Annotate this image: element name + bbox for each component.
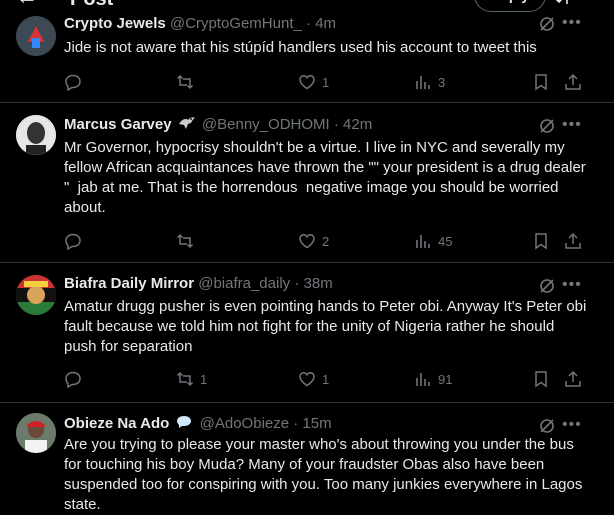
tweet-text: Amatur drugg pusher is even pointing han… [64,298,591,355]
retweet-action[interactable] [176,72,200,92]
tweet-header: Obieze Na Ado @AdoObieze · 15m [64,414,332,434]
views-action[interactable]: 45 [414,231,452,251]
separator-dot: · [333,116,339,133]
avatar[interactable] [16,115,56,155]
retweet-count: 1 [200,371,208,387]
more-options-icon[interactable]: ••• [562,417,582,433]
share-icon [565,370,581,387]
more-options-icon[interactable]: ••• [562,15,582,31]
like-count: 2 [322,233,330,249]
views-count: 45 [438,233,453,249]
like-action[interactable]: 1 [298,369,329,389]
bookmark-action[interactable] [532,231,550,251]
tweet-text: Are you trying to please your master who… [64,436,587,513]
timestamp[interactable]: 38m [304,275,333,292]
share-icon [565,232,581,249]
author-handle[interactable]: @biafra_daily [198,275,290,292]
separator-dot: · [293,415,299,432]
views-action[interactable]: 91 [414,369,452,389]
retweet-icon [176,74,194,90]
grok-icon[interactable] [538,15,556,33]
heart-icon [299,372,315,387]
like-count: 1 [322,371,330,387]
grok-icon[interactable] [538,117,556,135]
bookmark-icon [535,74,547,91]
tweet-header: Crypto Jewels @CryptoGemHunt_ · 4m [64,14,336,34]
avatar[interactable] [16,16,56,56]
author-handle[interactable]: @Benny_ODHOMI [202,116,330,133]
tweet-header: Biafra Daily Mirror @biafra_daily · 38m [64,274,333,294]
reply-icon [65,371,81,388]
views-count: 91 [438,371,453,387]
views-bar-chart-icon [416,76,430,89]
retweet-action[interactable] [176,231,200,251]
author-handle[interactable]: @AdoObieze [200,415,289,432]
grok-icon[interactable] [538,277,556,295]
reply-tweet[interactable]: Crypto Jewels @CryptoGemHunt_ · 4m ••• J… [0,0,614,103]
like-action[interactable]: 2 [298,231,329,251]
tweet-text: Jide is not aware that his stúpíd handle… [64,39,537,56]
share-action[interactable] [564,72,582,92]
bookmark-icon [535,233,547,250]
reply-action[interactable] [64,369,88,389]
views-count: 3 [438,74,446,90]
separator-dot: · [306,15,312,32]
views-action[interactable]: 3 [414,72,445,92]
views-bar-chart-icon [416,235,430,248]
reply-tweet[interactable]: Marcus Garvey @Benny_ODHOMI · 42m ••• Mr… [0,103,614,263]
timestamp[interactable]: 42m [343,116,372,133]
author-name[interactable]: Crypto Jewels [64,15,166,32]
reply-action[interactable] [64,72,88,92]
like-action[interactable]: 1 [298,72,329,92]
more-options-icon[interactable]: ••• [562,117,582,133]
avatar[interactable] [16,275,56,315]
reply-tweet[interactable]: Biafra Daily Mirror @biafra_daily · 38m … [0,263,614,403]
share-action[interactable] [564,231,582,251]
retweet-action[interactable]: 1 [176,369,207,389]
tweet-actions: 2 45 [64,231,588,251]
reply-action[interactable] [64,231,88,251]
grok-icon[interactable] [538,417,556,435]
bookmark-icon [535,371,547,388]
speech-bubble-emoji-icon [177,416,192,428]
reply-tweet[interactable]: Obieze Na Ado @AdoObieze · 15m ••• Are y… [0,403,614,515]
heart-icon [299,75,315,90]
author-handle[interactable]: @CryptoGemHunt_ [170,15,302,32]
views-bar-chart-icon [416,373,430,386]
retweet-icon [176,233,194,249]
more-options-icon[interactable]: ••• [562,277,582,293]
tweet-actions: 1 3 [64,72,588,92]
reply-icon [65,233,81,250]
reply-icon [65,74,81,91]
author-name[interactable]: Obieze Na Ado [64,415,169,432]
author-name[interactable]: Marcus Garvey [64,116,172,133]
avatar[interactable] [16,413,56,453]
bookmark-action[interactable] [532,72,550,92]
tweet-text: Mr Governor, hypocrisy shouldn't be a vi… [64,139,590,216]
separator-dot: · [294,275,300,292]
timestamp[interactable]: 4m [315,15,336,32]
tweet-header: Marcus Garvey @Benny_ODHOMI · 42m [64,115,372,135]
heart-icon [299,234,315,249]
like-count: 1 [322,74,330,90]
tweet-actions: 1 1 91 [64,369,588,389]
share-action[interactable] [564,369,582,389]
timestamp[interactable]: 15m [302,415,331,432]
share-icon [565,73,581,90]
bookmark-action[interactable] [532,369,550,389]
author-name[interactable]: Biafra Daily Mirror [64,275,194,292]
retweet-icon [176,371,194,387]
eagle-emoji-icon [178,117,195,129]
